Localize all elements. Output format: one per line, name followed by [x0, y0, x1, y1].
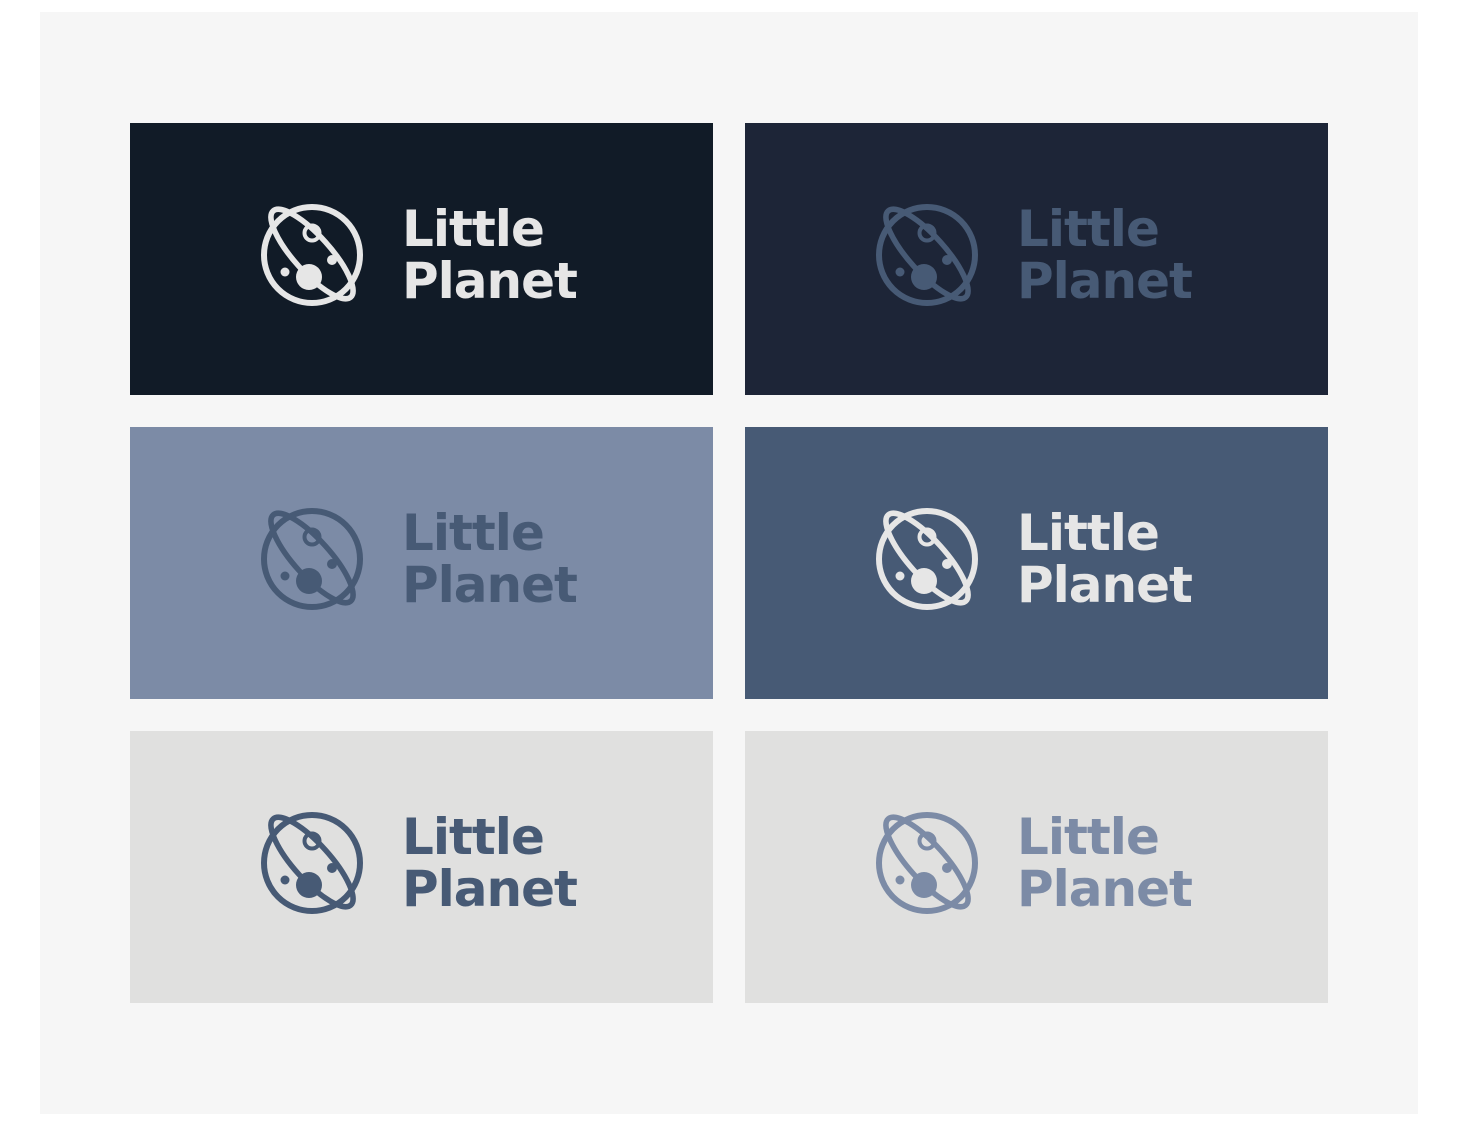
logo-tile-6: Little Planet [745, 731, 1328, 1003]
logo-tile-5: Little Planet [130, 731, 713, 1003]
planet-logo-icon [876, 812, 978, 914]
wordmark-line-2: Planet [402, 556, 578, 614]
logo-wordmark: Little Planet [1017, 808, 1193, 918]
wordmark-line-1: Little [1017, 504, 1160, 562]
wordmark-line-2: Planet [402, 252, 578, 310]
wordmark-line-1: Little [402, 504, 545, 562]
planet-logo-icon [261, 812, 363, 914]
wordmark-line-2: Planet [1017, 252, 1193, 310]
logo-wordmark: Little Planet [402, 504, 578, 614]
wordmark-line-2: Planet [1017, 860, 1193, 918]
planet-logo-icon [876, 508, 978, 610]
planet-logo-icon [876, 204, 978, 306]
planet-logo-icon [261, 204, 363, 306]
logo-showcase-canvas: Little Planet Little Planet Little Plane… [40, 12, 1418, 1114]
wordmark-line-1: Little [1017, 808, 1160, 866]
logo-wordmark: Little Planet [402, 200, 578, 310]
logo-tile-2: Little Planet [745, 123, 1328, 395]
wordmark-line-2: Planet [1017, 556, 1193, 614]
logo-tile-1: Little Planet [130, 123, 713, 395]
logo-wordmark: Little Planet [1017, 504, 1193, 614]
wordmark-line-2: Planet [402, 860, 578, 918]
logo-wordmark: Little Planet [402, 808, 578, 918]
wordmark-line-1: Little [402, 808, 545, 866]
planet-logo-icon [261, 508, 363, 610]
logo-wordmark: Little Planet [1017, 200, 1193, 310]
wordmark-line-1: Little [1017, 200, 1160, 258]
logo-tile-3: Little Planet [130, 427, 713, 699]
wordmark-line-1: Little [402, 200, 545, 258]
logo-tile-4: Little Planet [745, 427, 1328, 699]
